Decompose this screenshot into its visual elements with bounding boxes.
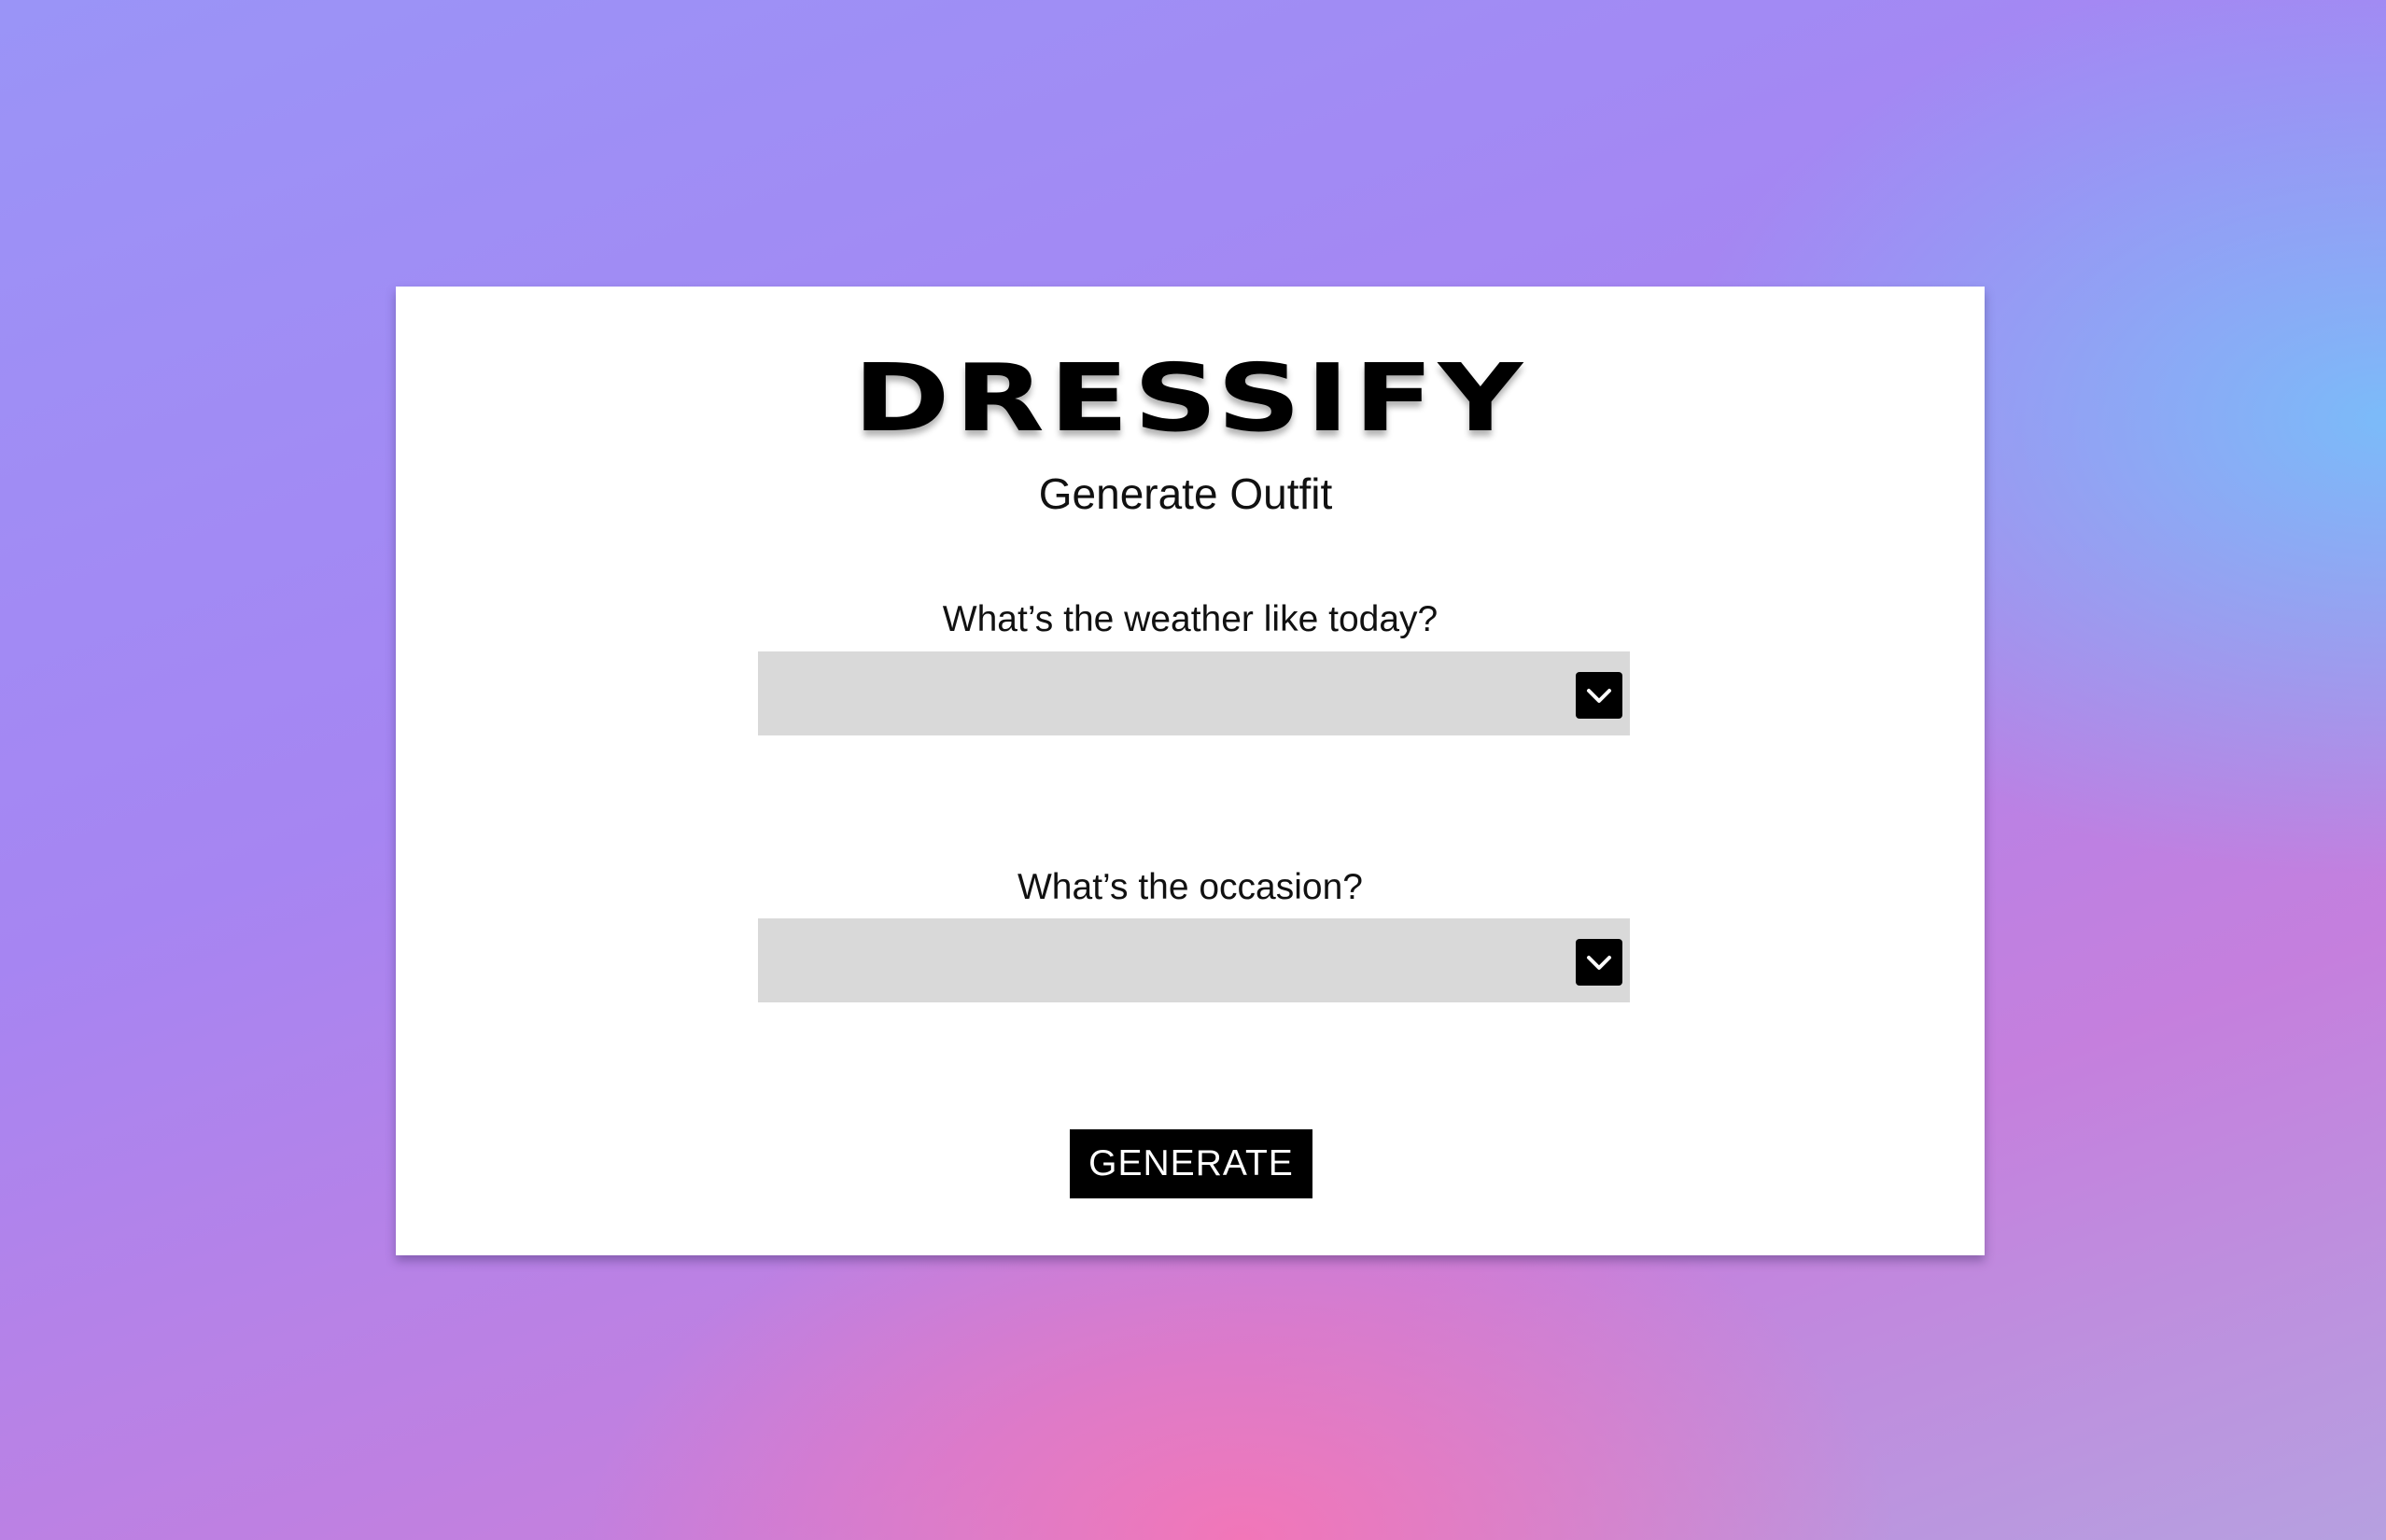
occasion-question-label: What’s the occasion? [1018,867,1363,907]
occasion-select[interactable] [758,918,1630,1002]
weather-select[interactable] [758,651,1630,735]
page-subtitle: Generate Outfit [1038,469,1333,518]
chevron-down-icon[interactable] [1576,672,1622,719]
chevron-down-icon[interactable] [1576,939,1622,986]
generate-button[interactable]: GENERATE [1070,1129,1312,1198]
outfit-card: DRESSIFY Generate Outfit What’s the weat… [396,287,1985,1255]
weather-question-label: What’s the weather like today? [942,599,1439,639]
app-logo: DRESSIFY [852,343,1528,453]
